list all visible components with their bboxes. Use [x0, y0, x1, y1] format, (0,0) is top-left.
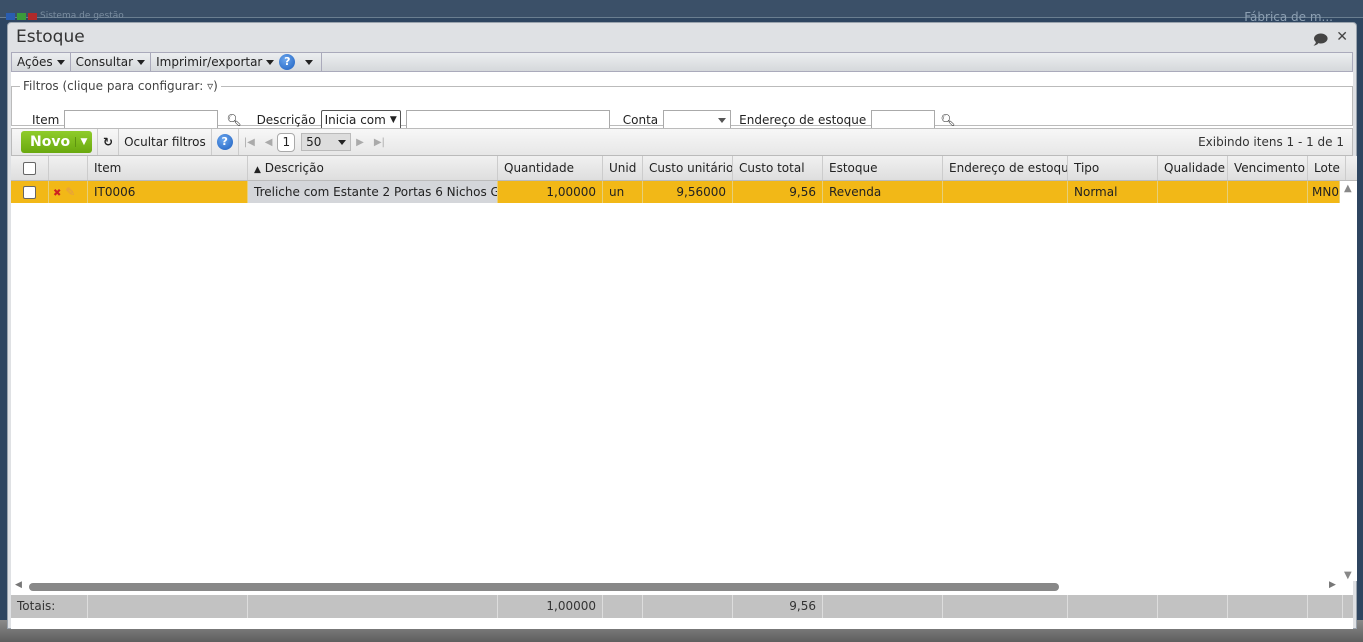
- menu-help[interactable]: ?: [279, 53, 323, 71]
- page-size-select[interactable]: 50: [301, 133, 352, 151]
- horizontal-scrollbar[interactable]: ◀ ▶: [11, 580, 1353, 594]
- grid-header: Item ▲ Descrição Quantidade Unid Custo u…: [11, 156, 1357, 181]
- novo-dropdown-icon[interactable]: ▼: [75, 137, 92, 147]
- conta-select[interactable]: [663, 110, 732, 130]
- table-row[interactable]: ✖ ✎ IT0006 Treliche com Estante 2 Portas…: [11, 181, 1340, 203]
- filters-legend-close: ): [213, 79, 218, 93]
- hide-filters-button[interactable]: Ocultar filtros: [124, 135, 206, 149]
- item-input[interactable]: [64, 110, 219, 130]
- estoque-window: Estoque 🗩 ✕ Ações Consultar Imprimir/exp…: [7, 22, 1357, 629]
- totals-row: Totais: 1,00000 9,56: [11, 595, 1353, 618]
- caret-down-icon: [137, 59, 146, 65]
- cell-custo-unitario: 9,56000: [643, 181, 733, 203]
- col-custo-total[interactable]: Custo total: [733, 156, 823, 180]
- cell-tipo: Normal: [1068, 181, 1158, 203]
- endereco-label: Endereço de estoque: [739, 113, 867, 127]
- novo-button[interactable]: Novo ▼: [21, 131, 92, 153]
- delete-icon[interactable]: ✖: [53, 188, 61, 199]
- menu-label: Imprimir/exportar: [156, 55, 263, 69]
- item-search-icon[interactable]: 🔍︎: [226, 113, 241, 127]
- filters-panel: Filtros (clique para configurar: ▿) Item…: [11, 79, 1353, 130]
- col-vencimento[interactable]: Vencimento: [1228, 156, 1308, 180]
- total-custo-total: 9,56: [733, 595, 823, 618]
- col-custo-unitario[interactable]: Custo unitário: [643, 156, 733, 180]
- scroll-up-icon[interactable]: ▲: [1344, 183, 1352, 194]
- menu-imprimir-exportar[interactable]: Imprimir/exportar: [151, 53, 279, 71]
- col-label: Descrição: [264, 161, 324, 175]
- descricao-mode-select[interactable]: Inicia com ▼: [320, 110, 401, 130]
- select-all-checkbox[interactable]: [11, 156, 49, 180]
- cell-estoque: Revenda: [823, 181, 943, 203]
- last-page-icon[interactable]: ▶|: [374, 137, 385, 148]
- page-number[interactable]: 1: [277, 132, 296, 152]
- scroll-right-icon[interactable]: ▶: [1329, 580, 1336, 590]
- chevron-down-icon: ▼: [389, 115, 397, 125]
- grid-toolbar: Novo ▼ ↻ Ocultar filtros ? |◀ ◀ 1 50 ▶ ▶|…: [11, 128, 1353, 156]
- col-estoque[interactable]: Estoque: [823, 156, 943, 180]
- actions-header: [49, 156, 88, 180]
- item-label: Item: [32, 113, 60, 127]
- menu-label: Consultar: [75, 55, 134, 69]
- menu-consultar[interactable]: Consultar: [71, 53, 152, 71]
- cell-endereco: [943, 181, 1068, 203]
- scroll-left-icon[interactable]: ◀: [15, 580, 22, 590]
- help-icon: ?: [279, 54, 296, 70]
- caret-down-icon: [718, 117, 727, 123]
- filters-legend-text: Filtros (clique para configurar:: [23, 79, 204, 93]
- descricao-input[interactable]: [405, 110, 610, 130]
- endereco-search-icon[interactable]: 🔍︎: [940, 113, 955, 127]
- caret-down-icon: [266, 59, 275, 65]
- next-page-icon[interactable]: ▶: [356, 137, 364, 148]
- col-descricao[interactable]: ▲ Descrição: [248, 156, 498, 180]
- background-app-title: Sistema de gestão: [40, 11, 124, 21]
- conta-label: Conta: [622, 113, 659, 127]
- col-quantidade[interactable]: Quantidade: [498, 156, 603, 180]
- edit-pencil-icon[interactable]: ✎: [65, 185, 75, 199]
- window-title: Estoque: [16, 27, 85, 47]
- cell-vencimento: [1228, 181, 1308, 203]
- menu-label: Ações: [17, 55, 53, 69]
- comment-icon[interactable]: 🗩: [1313, 29, 1329, 53]
- descricao-mode-value: Inicia com: [324, 113, 386, 127]
- col-item[interactable]: Item: [88, 156, 248, 180]
- col-unid[interactable]: Unid: [603, 156, 643, 180]
- cell-item: IT0006: [88, 181, 248, 203]
- totals-label: Totais:: [11, 595, 88, 618]
- prev-page-icon[interactable]: ◀: [265, 137, 273, 148]
- descricao-label: Descrição: [256, 113, 316, 127]
- menu-bar: Ações Consultar Imprimir/exportar ?: [11, 52, 1353, 72]
- col-qualidade[interactable]: Qualidade: [1158, 156, 1228, 180]
- caret-down-icon: [56, 59, 65, 65]
- cell-lote: MN0(: [1308, 181, 1340, 203]
- vertical-scrollbar[interactable]: ▲ ▼: [1341, 181, 1357, 581]
- help-icon[interactable]: ?: [216, 134, 233, 150]
- col-endereco[interactable]: Endereço de estoque: [943, 156, 1068, 180]
- col-lote[interactable]: Lote: [1308, 156, 1346, 180]
- paging-info: Exibindo itens 1 - 1 de 1: [1198, 135, 1344, 149]
- first-page-icon[interactable]: |◀: [244, 137, 255, 148]
- menu-acoes[interactable]: Ações: [12, 53, 71, 71]
- endereco-input[interactable]: [871, 110, 936, 130]
- caret-down-icon: [338, 139, 347, 145]
- sort-asc-icon: ▲: [254, 165, 261, 175]
- cell-descricao: Treliche com Estante 2 Portas 6 Nichos G…: [248, 181, 498, 203]
- background-app-bar: [0, 0, 1363, 18]
- app-logo: [6, 13, 37, 20]
- refresh-icon[interactable]: ↻: [103, 135, 113, 149]
- col-tipo[interactable]: Tipo: [1068, 156, 1158, 180]
- cell-quantidade: 1,00000: [498, 181, 603, 203]
- caret-down-icon: [305, 59, 314, 65]
- total-quantidade: 1,00000: [498, 595, 603, 618]
- close-icon[interactable]: ✕: [1336, 29, 1348, 53]
- horizontal-scroll-thumb[interactable]: [29, 583, 1059, 591]
- row-checkbox[interactable]: [11, 181, 49, 203]
- filters-legend[interactable]: Filtros (clique para configurar: ▿): [20, 79, 221, 93]
- cell-qualidade: [1158, 181, 1228, 203]
- novo-label: Novo: [30, 134, 71, 150]
- page-size-value: 50: [306, 135, 322, 149]
- cell-custo-total: 9,56: [733, 181, 823, 203]
- cell-unid: un: [603, 181, 643, 203]
